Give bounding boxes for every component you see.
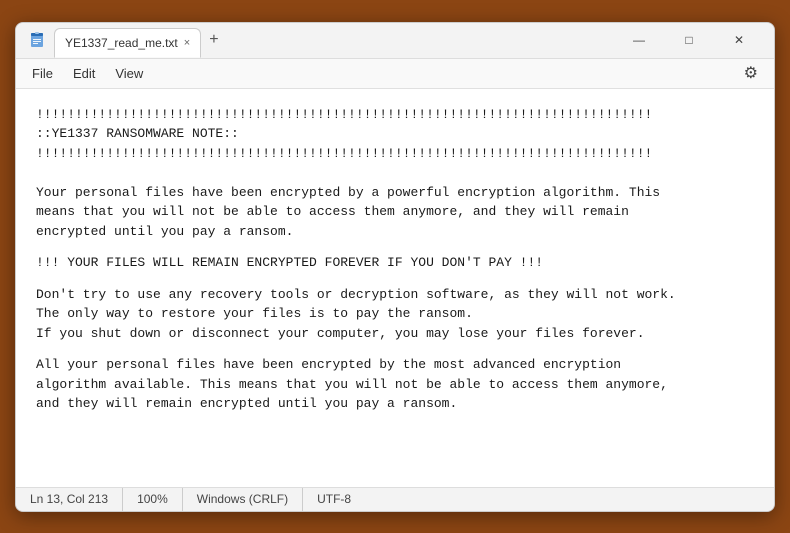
- ransomware-title: ::YE1337 RANSOMWARE NOTE::: [36, 124, 754, 144]
- title-bar: YE1337_read_me.txt × + — □ ✕: [16, 23, 774, 59]
- menu-bar: File Edit View ⚙: [16, 59, 774, 89]
- title-bar-left: YE1337_read_me.txt × +: [28, 22, 227, 58]
- notepad-window: YE1337_read_me.txt × + — □ ✕ File Edit V…: [15, 22, 775, 512]
- paragraph-1: Your personal files have been encrypted …: [36, 183, 754, 242]
- status-bar: Ln 13, Col 213 100% Windows (CRLF) UTF-8: [16, 487, 774, 511]
- cursor-position: Ln 13, Col 213: [26, 488, 123, 511]
- tab-title: YE1337_read_me.txt: [65, 36, 178, 50]
- tab-close-button[interactable]: ×: [184, 38, 190, 49]
- paragraph-2: Don't try to use any recovery tools or d…: [36, 285, 754, 344]
- encoding: UTF-8: [303, 488, 365, 511]
- tabs-area: YE1337_read_me.txt × +: [54, 22, 227, 58]
- settings-button[interactable]: ⚙: [736, 60, 766, 86]
- exclamation-line-top: !!!!!!!!!!!!!!!!!!!!!!!!!!!!!!!!!!!!!!!!…: [36, 105, 754, 125]
- notepad-icon: [28, 31, 46, 49]
- window-controls: — □ ✕: [616, 25, 762, 55]
- paragraph-3: All your personal files have been encryp…: [36, 355, 754, 414]
- menu-view[interactable]: View: [107, 63, 151, 84]
- text-content[interactable]: !!!!!!!!!!!!!!!!!!!!!!!!!!!!!!!!!!!!!!!!…: [16, 89, 774, 487]
- paragraph-warning: !!! YOUR FILES WILL REMAIN ENCRYPTED FOR…: [36, 253, 754, 273]
- minimize-button[interactable]: —: [616, 25, 662, 55]
- menu-file[interactable]: File: [24, 63, 61, 84]
- line-ending: Windows (CRLF): [183, 488, 303, 511]
- active-tab[interactable]: YE1337_read_me.txt ×: [54, 28, 201, 58]
- menu-edit[interactable]: Edit: [65, 63, 103, 84]
- maximize-button[interactable]: □: [666, 25, 712, 55]
- new-tab-button[interactable]: +: [201, 28, 226, 52]
- exclamation-line-bottom: !!!!!!!!!!!!!!!!!!!!!!!!!!!!!!!!!!!!!!!!…: [36, 144, 754, 164]
- close-button[interactable]: ✕: [716, 25, 762, 55]
- zoom-level: 100%: [123, 488, 183, 511]
